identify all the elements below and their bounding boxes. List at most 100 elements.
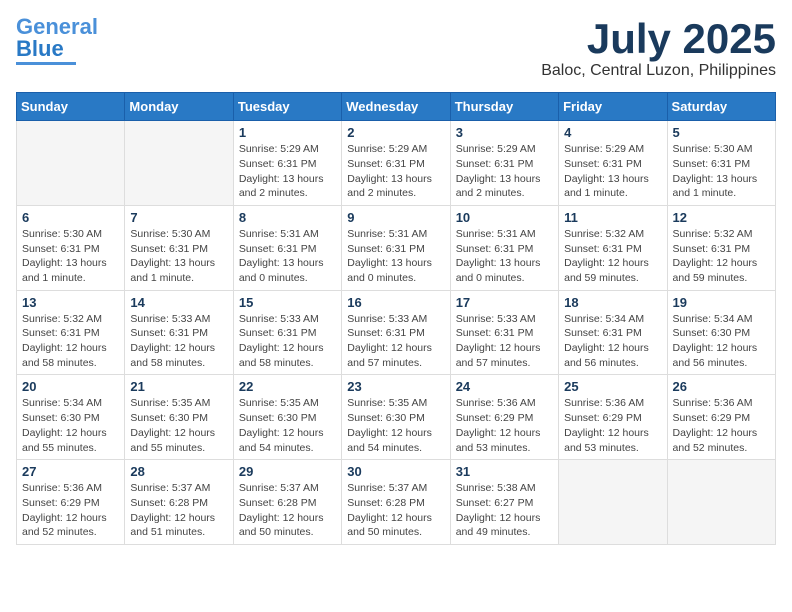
- day-number: 14: [130, 295, 227, 310]
- day-number: 8: [239, 210, 336, 225]
- day-info: Sunrise: 5:32 AM Sunset: 6:31 PM Dayligh…: [673, 227, 770, 286]
- day-number: 24: [456, 379, 553, 394]
- day-number: 3: [456, 125, 553, 140]
- day-info: Sunrise: 5:30 AM Sunset: 6:31 PM Dayligh…: [22, 227, 119, 286]
- location-title: Baloc, Central Luzon, Philippines: [541, 62, 776, 80]
- weekday-header-tuesday: Tuesday: [233, 93, 341, 121]
- calendar-cell: [559, 460, 667, 545]
- calendar-cell: 14 Sunrise: 5:33 AM Sunset: 6:31 PM Dayli…: [125, 290, 233, 375]
- calendar-cell: 27Sunrise: 5:36 AM Sunset: 6:29 PM Dayli…: [17, 460, 125, 545]
- calendar-cell: 3 Sunrise: 5:29 AM Sunset: 6:31 PM Daylig…: [450, 121, 558, 206]
- day-info: Sunrise: 5:38 AM Sunset: 6:27 PM Dayligh…: [456, 481, 553, 540]
- calendar-cell: 19Sunrise: 5:34 AM Sunset: 6:30 PM Dayli…: [667, 290, 775, 375]
- day-number: 23: [347, 379, 444, 394]
- calendar-week-row: 27Sunrise: 5:36 AM Sunset: 6:29 PM Dayli…: [17, 460, 776, 545]
- day-number: 5: [673, 125, 770, 140]
- day-number: 7: [130, 210, 227, 225]
- calendar-cell: 15 Sunrise: 5:33 AM Sunset: 6:31 PM Dayli…: [233, 290, 341, 375]
- day-info: Sunrise: 5:33 AM Sunset: 6:31 PM Dayligh…: [130, 312, 227, 371]
- logo-blue: Blue: [16, 36, 64, 61]
- day-number: 10: [456, 210, 553, 225]
- day-info: Sunrise: 5:37 AM Sunset: 6:28 PM Dayligh…: [239, 481, 336, 540]
- day-number: 27: [22, 464, 119, 479]
- day-number: 25: [564, 379, 661, 394]
- day-number: 30: [347, 464, 444, 479]
- calendar-cell: 6 Sunrise: 5:30 AM Sunset: 6:31 PM Daylig…: [17, 205, 125, 290]
- calendar-cell: 26 Sunrise: 5:36 AM Sunset: 6:29 PM Dayli…: [667, 375, 775, 460]
- weekday-header-row: SundayMondayTuesdayWednesdayThursdayFrid…: [17, 93, 776, 121]
- day-number: 29: [239, 464, 336, 479]
- calendar-cell: 17 Sunrise: 5:33 AM Sunset: 6:31 PM Dayli…: [450, 290, 558, 375]
- calendar-cell: 9Sunrise: 5:31 AM Sunset: 6:31 PM Daylig…: [342, 205, 450, 290]
- day-number: 15: [239, 295, 336, 310]
- day-info: Sunrise: 5:33 AM Sunset: 6:31 PM Dayligh…: [347, 312, 444, 371]
- calendar-cell: 25 Sunrise: 5:36 AM Sunset: 6:29 PM Dayli…: [559, 375, 667, 460]
- calendar-cell: 22 Sunrise: 5:35 AM Sunset: 6:30 PM Dayli…: [233, 375, 341, 460]
- day-number: 20: [22, 379, 119, 394]
- logo-text: General Blue: [16, 16, 98, 60]
- day-info: Sunrise: 5:29 AM Sunset: 6:31 PM Dayligh…: [347, 142, 444, 201]
- weekday-header-monday: Monday: [125, 93, 233, 121]
- day-info: Sunrise: 5:34 AM Sunset: 6:30 PM Dayligh…: [22, 396, 119, 455]
- calendar-cell: 1Sunrise: 5:29 AM Sunset: 6:31 PM Daylig…: [233, 121, 341, 206]
- logo-underline: [16, 62, 76, 65]
- day-number: 22: [239, 379, 336, 394]
- calendar-cell: 23 Sunrise: 5:35 AM Sunset: 6:30 PM Dayli…: [342, 375, 450, 460]
- calendar-cell: [17, 121, 125, 206]
- day-info: Sunrise: 5:36 AM Sunset: 6:29 PM Dayligh…: [673, 396, 770, 455]
- day-number: 16: [347, 295, 444, 310]
- weekday-header-friday: Friday: [559, 93, 667, 121]
- day-info: Sunrise: 5:29 AM Sunset: 6:31 PM Dayligh…: [456, 142, 553, 201]
- calendar-cell: 7 Sunrise: 5:30 AM Sunset: 6:31 PM Daylig…: [125, 205, 233, 290]
- day-info: Sunrise: 5:29 AM Sunset: 6:31 PM Dayligh…: [564, 142, 661, 201]
- day-info: Sunrise: 5:36 AM Sunset: 6:29 PM Dayligh…: [456, 396, 553, 455]
- calendar-cell: 10 Sunrise: 5:31 AM Sunset: 6:31 PM Dayli…: [450, 205, 558, 290]
- day-info: Sunrise: 5:33 AM Sunset: 6:31 PM Dayligh…: [239, 312, 336, 371]
- day-number: 18: [564, 295, 661, 310]
- day-number: 13: [22, 295, 119, 310]
- day-info: Sunrise: 5:29 AM Sunset: 6:31 PM Dayligh…: [239, 142, 336, 201]
- calendar-cell: 21Sunrise: 5:35 AM Sunset: 6:30 PM Dayli…: [125, 375, 233, 460]
- calendar-table: SundayMondayTuesdayWednesdayThursdayFrid…: [16, 92, 776, 545]
- day-info: Sunrise: 5:33 AM Sunset: 6:31 PM Dayligh…: [456, 312, 553, 371]
- month-title: July 2025: [541, 16, 776, 62]
- calendar-cell: 8 Sunrise: 5:31 AM Sunset: 6:31 PM Daylig…: [233, 205, 341, 290]
- day-info: Sunrise: 5:35 AM Sunset: 6:30 PM Dayligh…: [239, 396, 336, 455]
- weekday-header-saturday: Saturday: [667, 93, 775, 121]
- day-info: Sunrise: 5:31 AM Sunset: 6:31 PM Dayligh…: [239, 227, 336, 286]
- day-info: Sunrise: 5:37 AM Sunset: 6:28 PM Dayligh…: [347, 481, 444, 540]
- day-number: 11: [564, 210, 661, 225]
- day-number: 26: [673, 379, 770, 394]
- calendar-cell: 12 Sunrise: 5:32 AM Sunset: 6:31 PM Dayli…: [667, 205, 775, 290]
- calendar-cell: 16 Sunrise: 5:33 AM Sunset: 6:31 PM Dayli…: [342, 290, 450, 375]
- calendar-cell: 18 Sunrise: 5:34 AM Sunset: 6:31 PM Dayli…: [559, 290, 667, 375]
- calendar-cell: 2Sunrise: 5:29 AM Sunset: 6:31 PM Daylig…: [342, 121, 450, 206]
- calendar-cell: [667, 460, 775, 545]
- calendar-cell: 30 Sunrise: 5:37 AM Sunset: 6:28 PM Dayli…: [342, 460, 450, 545]
- weekday-header-sunday: Sunday: [17, 93, 125, 121]
- day-info: Sunrise: 5:30 AM Sunset: 6:31 PM Dayligh…: [130, 227, 227, 286]
- calendar-cell: 4 Sunrise: 5:29 AM Sunset: 6:31 PM Daylig…: [559, 121, 667, 206]
- day-info: Sunrise: 5:32 AM Sunset: 6:31 PM Dayligh…: [22, 312, 119, 371]
- page-header: General Blue July 2025 Baloc, Central Lu…: [16, 16, 776, 80]
- day-number: 31: [456, 464, 553, 479]
- day-info: Sunrise: 5:37 AM Sunset: 6:28 PM Dayligh…: [130, 481, 227, 540]
- day-number: 17: [456, 295, 553, 310]
- calendar-week-row: 1Sunrise: 5:29 AM Sunset: 6:31 PM Daylig…: [17, 121, 776, 206]
- day-number: 12: [673, 210, 770, 225]
- day-info: Sunrise: 5:31 AM Sunset: 6:31 PM Dayligh…: [456, 227, 553, 286]
- day-info: Sunrise: 5:32 AM Sunset: 6:31 PM Dayligh…: [564, 227, 661, 286]
- day-number: 6: [22, 210, 119, 225]
- day-info: Sunrise: 5:35 AM Sunset: 6:30 PM Dayligh…: [130, 396, 227, 455]
- day-number: 4: [564, 125, 661, 140]
- day-info: Sunrise: 5:34 AM Sunset: 6:31 PM Dayligh…: [564, 312, 661, 371]
- day-info: Sunrise: 5:34 AM Sunset: 6:30 PM Dayligh…: [673, 312, 770, 371]
- calendar-cell: 13 Sunrise: 5:32 AM Sunset: 6:31 PM Dayli…: [17, 290, 125, 375]
- calendar-cell: 31 Sunrise: 5:38 AM Sunset: 6:27 PM Dayli…: [450, 460, 558, 545]
- weekday-header-thursday: Thursday: [450, 93, 558, 121]
- day-number: 28: [130, 464, 227, 479]
- title-block: July 2025 Baloc, Central Luzon, Philippi…: [541, 16, 776, 80]
- day-info: Sunrise: 5:35 AM Sunset: 6:30 PM Dayligh…: [347, 396, 444, 455]
- calendar-cell: 29 Sunrise: 5:37 AM Sunset: 6:28 PM Dayli…: [233, 460, 341, 545]
- day-info: Sunrise: 5:36 AM Sunset: 6:29 PM Dayligh…: [564, 396, 661, 455]
